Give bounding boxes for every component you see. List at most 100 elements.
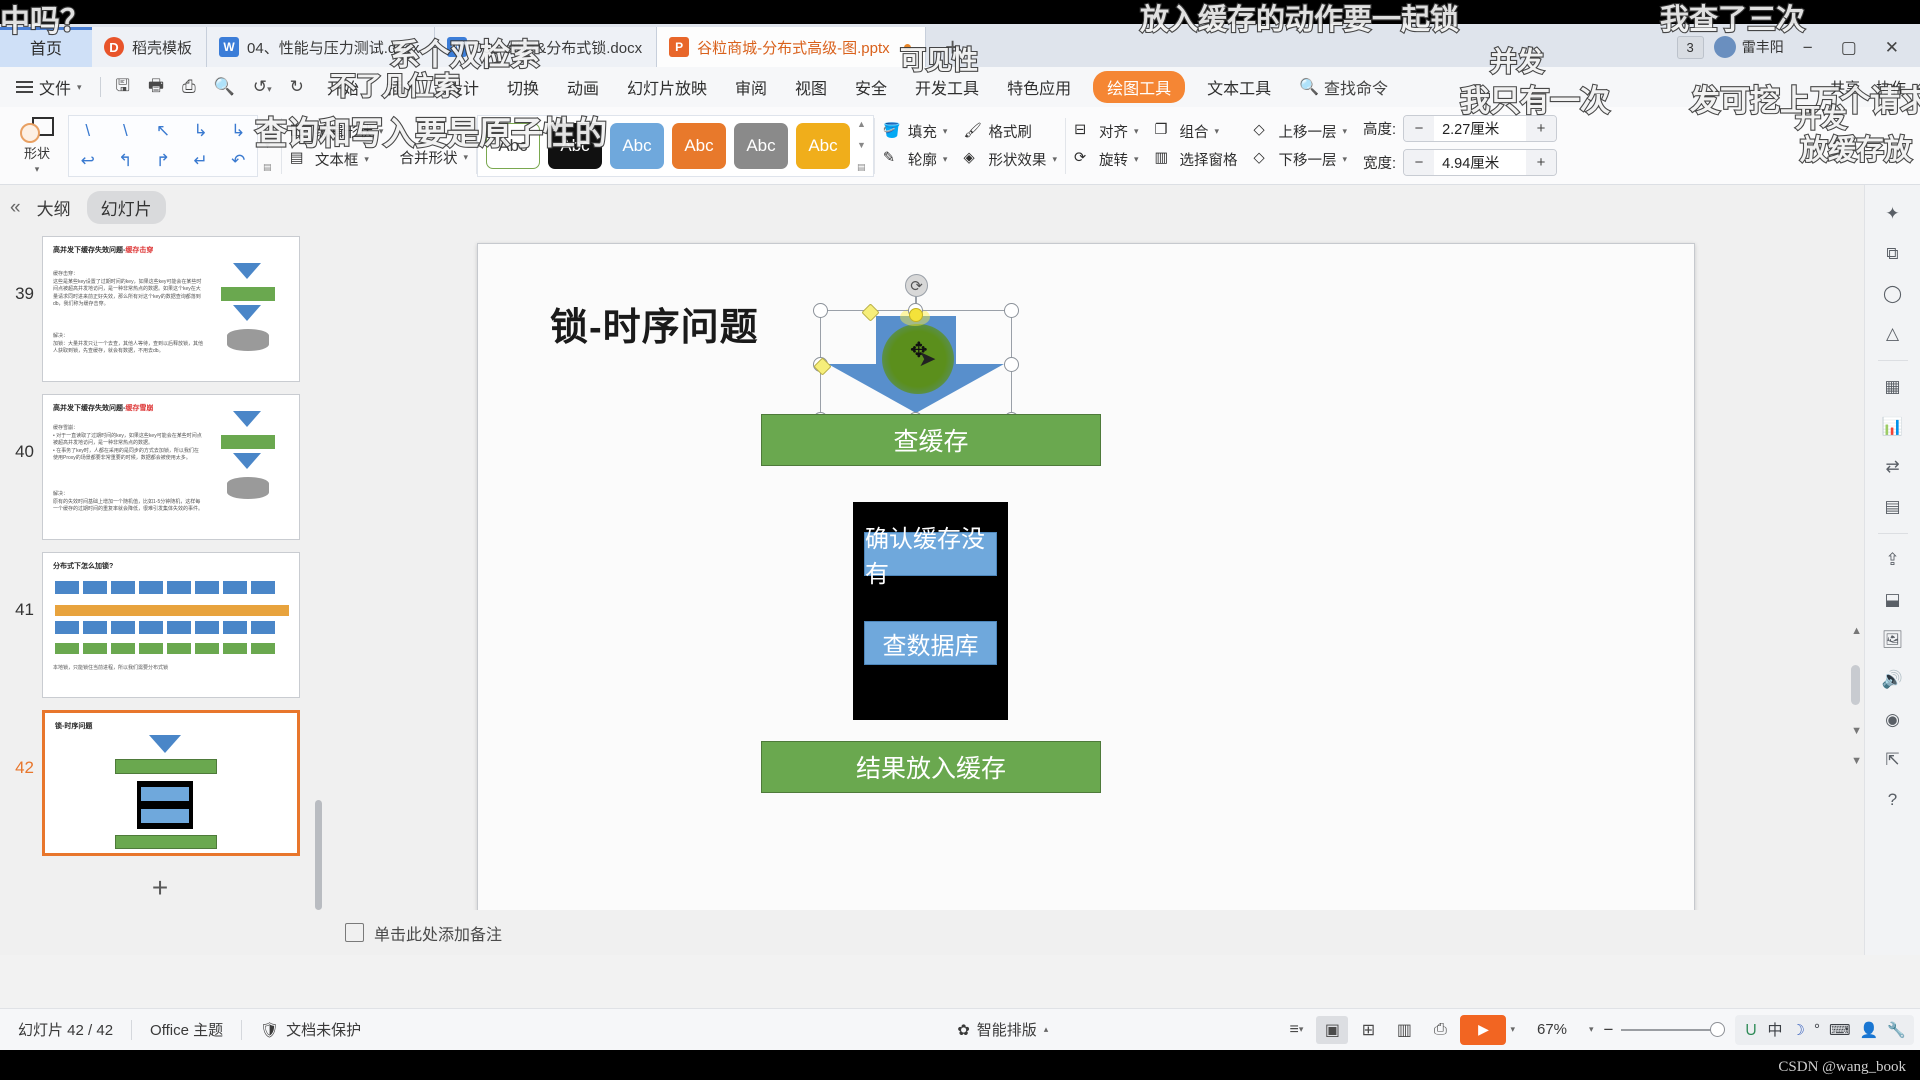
canvas-scrollbar[interactable] [1851,665,1860,705]
gallery-item[interactable]: \ [123,121,128,141]
selected-shape-group[interactable]: ⟳ ✥ ➤ [813,274,1019,427]
menu-item-transition[interactable]: 切换 [493,75,553,99]
sorter-view-button[interactable]: ⊞ [1352,1016,1384,1044]
list-item[interactable]: 41 分布式下怎么加锁? 本地锁，只能锁住当前进程，所以我们需要分布式锁 [0,546,330,704]
user-chip[interactable]: 雷丰阳 [1713,36,1784,58]
list-item[interactable]: 39 高并发下缓存失效问题-缓存击穿 缓存击穿： 这些是某些key设置了过期时间的… [0,230,330,388]
width-increment-button[interactable]: + [1526,150,1557,175]
shape-style-swatch[interactable]: Abc [671,122,726,169]
save-icon[interactable]: 🖫 [107,73,139,102]
shape-styles-gallery[interactable]: Abc Abc Abc Abc Abc Abc ▲ ▼ ▤ [476,114,874,177]
height-input[interactable]: 2.27厘米 [1434,118,1526,139]
gallery-item[interactable]: ↖ [156,121,170,141]
textbox-button[interactable]: ▤ 文本框 ▾ [290,149,384,170]
zoom-level[interactable]: 67% [1519,1021,1585,1038]
menu-item-review[interactable]: 审阅 [721,75,781,99]
help-icon[interactable]: ? [1876,783,1910,817]
resize-handle-nw[interactable] [813,303,828,318]
print-preview-icon[interactable]: 🖶 [139,73,173,102]
outline-view-button[interactable]: ≡ ▾ [1280,1016,1312,1044]
resize-handle-ne[interactable] [1004,303,1019,318]
doc-tab-docer[interactable]: D 稻壳模板 [92,27,208,67]
layout-icon[interactable]: ⧉ [1876,237,1910,271]
menu-item-start[interactable]: 开始 [313,75,373,99]
zoom-knob[interactable] [1710,1022,1726,1037]
send-backward-button[interactable]: ◇ 下移一层 ▾ [1254,149,1348,170]
wps-input-icon[interactable]: Ｕ [1743,1019,1758,1040]
chevron-down-icon[interactable]: ▾ [1510,1024,1515,1035]
tab-outline[interactable]: 大纲 [35,191,73,224]
resize-handle-e[interactable] [1004,357,1019,372]
gallery-item[interactable]: ↳ [231,121,245,141]
list-item[interactable]: 42 锁-时序问题 [0,704,330,862]
select-pane-button[interactable]: ▥ 选择窗格 [1155,149,1238,170]
fill-button[interactable]: 🪣 填充 ▾ [883,121,948,142]
menu-item-drawing-tools[interactable]: 绘图工具 [1093,71,1186,103]
shape-style-swatch[interactable]: Abc [733,122,788,169]
export-icon[interactable]: ⇪ [1876,543,1910,577]
user-icon[interactable]: 👤 [1860,1021,1879,1039]
gallery-item[interactable]: ↶ [231,151,245,171]
align-button[interactable]: ⊟ 对齐 ▾ [1074,121,1139,142]
collapse-panel-icon[interactable]: « [10,197,21,219]
gallery-item[interactable]: ↳ [193,121,207,141]
reading-view-button[interactable]: ▥ [1388,1016,1420,1044]
degree-icon[interactable]: ° [1814,1021,1820,1038]
shape-style-swatch[interactable]: Abc [609,122,664,169]
notification-badge[interactable]: 3 [1676,35,1704,59]
styles-expand-icon[interactable]: ▤ [857,162,866,172]
redo-icon[interactable]: ↻ [281,77,313,97]
tab-home[interactable]: 首页 [0,27,92,67]
menu-item-insert[interactable]: 插入 [373,75,433,99]
height-increment-button[interactable]: + [1526,116,1557,141]
menu-item-animation[interactable]: 动画 [553,75,613,99]
magic-icon[interactable]: ✦ [1876,197,1910,231]
new-tab-button[interactable]: + [926,27,980,67]
menu-item-security[interactable]: 安全 [841,75,901,99]
gallery-item[interactable]: ↩ [81,151,95,171]
file-menu-button[interactable]: 文件 ▾ [0,75,94,99]
confirm-no-cache-box[interactable]: 确认缓存没有 [864,526,997,588]
menu-item-share[interactable]: 共享 [1830,77,1860,98]
play-slideshow-button[interactable]: ▶ [1460,1014,1507,1045]
merge-shapes-button[interactable]: 合并形状 ▾ [399,147,468,168]
result-to-cache-bar[interactable]: 结果放入缓存 [761,741,1101,793]
scroll-up-icon[interactable]: ▲ [857,119,866,129]
doc-tab-ppt-active[interactable]: P 谷粒商城-分布式高级-图.pptx [657,27,926,67]
zoom-out-button[interactable]: − [1604,1020,1622,1040]
slide-thumbnail[interactable]: 高并发下缓存失效问题-缓存击穿 缓存击穿： 这些是某些key设置了过期时间的key… [42,236,300,382]
scroll-next-page-icon[interactable]: ▼ [1851,755,1862,767]
menu-item-design[interactable]: 设计 [433,75,493,99]
rotate-handle[interactable]: ⟳ [905,274,928,297]
tab-slides[interactable]: 幻灯片 [86,191,166,224]
undo-icon[interactable]: ↺▾ [244,77,281,97]
shape-style-swatch[interactable]: Abc [547,122,602,169]
print-icon[interactable]: ⎙ [173,77,205,97]
smart-layout-button[interactable]: ✿ 智能排版 ▴ [939,1019,1066,1040]
image-icon[interactable]: 🖼 [1876,623,1910,657]
scroll-up-icon[interactable]: ▲ [263,119,272,129]
zoom-track[interactable] [1621,1028,1718,1031]
shape-pane-icon[interactable]: ◯ [1876,277,1910,311]
maximize-icon[interactable]: ▢ [1832,39,1866,56]
shape-button[interactable]: 形状 ▾ [6,116,68,175]
shape-effect-button[interactable]: ◈ 形状效果 ▾ [963,149,1057,170]
notes-pane[interactable]: 单击此处添加备注 [333,910,1833,955]
share-icon[interactable]: ⇱ [1876,743,1910,777]
width-stepper[interactable]: − 4.94厘米 + [1403,149,1558,176]
screenshot-icon[interactable]: ⬓ [1876,583,1910,617]
table-icon[interactable]: ▤ [1876,490,1910,524]
add-slide-button[interactable]: + [0,865,320,911]
check-cache-bar[interactable]: 查缓存 [761,414,1101,466]
gallery-expand-icon[interactable]: ▤ [263,162,272,172]
record-icon[interactable]: ◉ [1876,703,1910,737]
flow-icon[interactable]: ⇄ [1876,450,1910,484]
slide-thumbnail[interactable]: 高并发下缓存失效问题-缓存雪崩 缓存雪崩： • 对于一直读取了过期时间的key，如… [42,394,300,540]
slide-canvas-area[interactable]: 锁-时序问题 ⟳ ✥ ➤ 查缓存 确认缓存没有 查数据库 结果放入缓存 [333,185,1833,933]
doc-tab-word-04[interactable]: W 04、性能与压力测试.docx [207,27,435,67]
scroll-down-icon[interactable]: ▼ [1851,725,1862,737]
list-item[interactable]: 40 高并发下缓存失效问题-缓存雪崩 缓存雪崩： • 对于一直读取了过期时间的ke… [0,388,330,546]
height-decrement-button[interactable]: − [1404,116,1435,141]
protection-status[interactable]: 🛡 文档未保护 [242,1019,379,1040]
chevron-down-icon[interactable]: ▾ [1589,1024,1594,1035]
